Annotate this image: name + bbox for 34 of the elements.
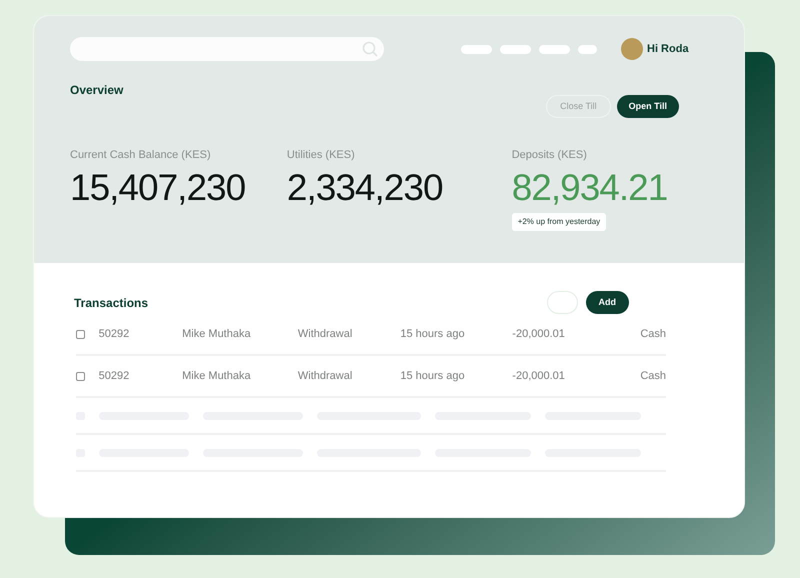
- stat-label: Utilities (KES): [286, 148, 356, 163]
- search-field[interactable]: [70, 37, 384, 61]
- table-cell-text: Cash: [639, 326, 666, 342]
- add-button[interactable]: Add: [586, 291, 629, 314]
- stat-value: 15,407,230: [70, 166, 246, 210]
- change-badge: +2% up from yesterday: [512, 212, 606, 230]
- nav-placeholder[interactable]: [500, 44, 531, 54]
- overview-title: Overview: [70, 82, 124, 99]
- transactions-title: Transactions: [74, 294, 148, 312]
- stat-value: 2,334,230: [286, 166, 444, 210]
- table-cell-text: 50292: [98, 326, 130, 342]
- table-cell-text: Mike Muthaka: [182, 326, 252, 342]
- nav-placeholder[interactable]: [461, 44, 492, 54]
- table-cell-text: 50292: [98, 368, 130, 384]
- open-till-button[interactable]: Open Till: [616, 95, 679, 118]
- stat-value: 82,934.21: [512, 166, 668, 210]
- table-cell-text: Withdrawal: [298, 326, 354, 342]
- filter-button[interactable]: [546, 291, 578, 314]
- stat-label: Current Cash Balance (KES): [70, 148, 212, 163]
- table-cell-text: Cash: [639, 368, 666, 384]
- nav-placeholder[interactable]: [578, 44, 597, 54]
- stat-label: Deposits (KES): [512, 148, 588, 163]
- search-icon: [362, 41, 378, 57]
- table-cell-text: 15 hours ago: [400, 326, 466, 342]
- table-cell-text: -20,000.01: [512, 368, 566, 384]
- table-cell-text: 15 hours ago: [400, 368, 466, 384]
- table-cell-text: Withdrawal: [298, 368, 354, 384]
- avatar[interactable]: [621, 38, 643, 60]
- row-checkbox[interactable]: [76, 372, 85, 380]
- table-cell-text: -20,000.01: [512, 326, 566, 342]
- greeting: Hi Roda: [647, 42, 689, 57]
- row-checkbox[interactable]: [76, 330, 85, 338]
- table-cell-text: Mike Muthaka: [182, 368, 252, 384]
- nav-placeholder[interactable]: [539, 44, 570, 54]
